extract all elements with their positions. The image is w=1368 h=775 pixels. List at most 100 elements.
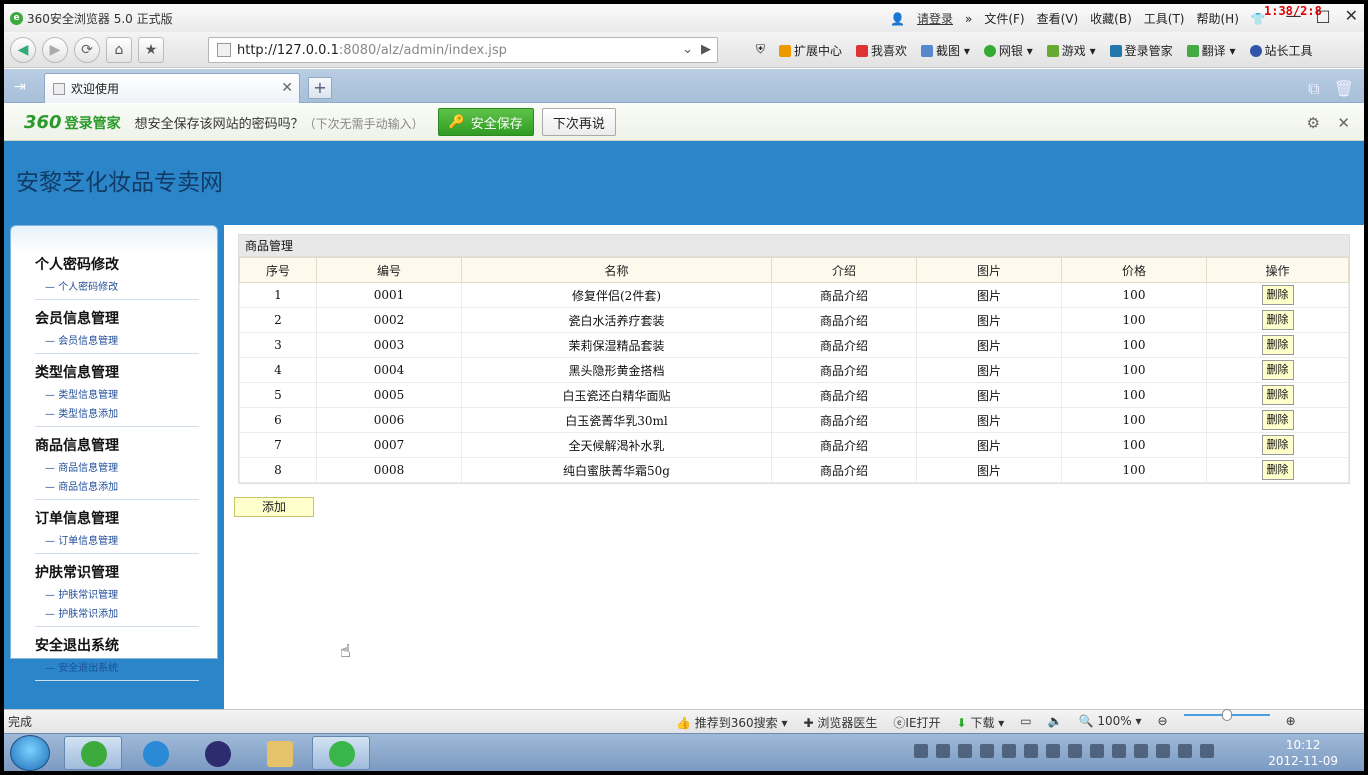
taskbar-explorer[interactable] (250, 736, 308, 770)
tray-icon[interactable] (958, 744, 972, 758)
table-cell: 图片 (916, 332, 1062, 358)
menu-favorites[interactable]: 收藏(B) (1090, 10, 1132, 27)
refresh-button[interactable]: ⟳ (74, 36, 100, 63)
zoom-in-icon[interactable]: ⊕ (1286, 714, 1296, 731)
tray-icon[interactable] (1046, 744, 1060, 758)
menu-tools[interactable]: 工具(T) (1144, 10, 1185, 27)
tray-icon[interactable] (1134, 744, 1148, 758)
action-cell: 删除 (1206, 357, 1349, 383)
delete-button[interactable]: 删除 (1261, 310, 1294, 330)
sidebar-link[interactable]: 护肤常识添加 (45, 605, 199, 624)
tool-login-manager[interactable]: 登录管家 (1109, 42, 1173, 59)
table-cell: 茉莉保湿精品套装 (461, 332, 772, 358)
tray-icon[interactable] (1112, 744, 1126, 758)
address-bar[interactable]: http://127.0.0.1 :8080/alz/admin/index.j… (208, 37, 718, 63)
tool-extensions[interactable]: 扩展中心 (779, 42, 842, 59)
tray-icon[interactable] (980, 744, 994, 758)
tray-icon[interactable] (1024, 744, 1038, 758)
tray-icon[interactable] (1156, 744, 1170, 758)
ie-open[interactable]: ⓔIE打开 (893, 714, 940, 731)
tool-games[interactable]: 游戏 ▾ (1046, 42, 1096, 59)
menu-file[interactable]: 文件(F) (984, 10, 1024, 27)
favorite-star-button[interactable]: ★ (138, 36, 164, 63)
sidebar-toggle-icon[interactable]: ⇥ (14, 79, 26, 95)
download[interactable]: ⬇ 下载 ▾ (957, 714, 1005, 731)
page-icon (217, 43, 231, 57)
tray-icon[interactable] (1178, 744, 1192, 758)
sidebar-group-title: 商品信息管理 (35, 438, 119, 454)
shield-icon[interactable]: ⛨ (756, 42, 765, 59)
sidebar-link[interactable]: 个人密码修改 (45, 278, 199, 297)
sidebar-link[interactable]: 订单信息管理 (45, 532, 199, 551)
delete-button[interactable]: 删除 (1261, 285, 1294, 305)
zoom-out-icon[interactable]: ⊖ (1158, 714, 1168, 731)
start-button[interactable] (10, 735, 50, 771)
tray-icon[interactable] (1068, 744, 1082, 758)
login-link[interactable]: 请登录 (917, 10, 953, 27)
tab-close-icon[interactable]: ✕ (281, 80, 293, 96)
tray-icon[interactable] (1200, 744, 1214, 758)
tab-welcome[interactable]: 欢迎使用 ✕ (44, 73, 300, 103)
forward-button[interactable]: ▶ (42, 36, 68, 63)
tool-webmaster[interactable]: 站长工具 (1249, 42, 1313, 59)
sidebar-link[interactable]: 会员信息管理 (45, 332, 199, 351)
delete-button[interactable]: 删除 (1261, 360, 1294, 380)
zoom-level[interactable]: 🔍 100% ▾ (1079, 714, 1142, 731)
table-cell: 7 (239, 432, 317, 458)
taskbar-eclipse[interactable] (188, 736, 246, 770)
system-tray (914, 744, 1214, 758)
menu-view[interactable]: 查看(V) (1037, 10, 1079, 27)
trash-icon[interactable]: 🗑 (1334, 79, 1354, 99)
later-button[interactable]: 下次再说 (541, 108, 616, 136)
minimize-icon[interactable]: — (1285, 6, 1301, 25)
sidebar-link[interactable]: 类型信息管理 (45, 386, 199, 405)
sidebar-group-title: 护肤常识管理 (35, 565, 119, 581)
table-cell: 黑头隐形黄金搭档 (461, 357, 772, 383)
tool-like[interactable]: 我喜欢 (856, 42, 907, 59)
gear-icon[interactable]: ⚙ (1307, 114, 1320, 132)
tray-icon[interactable] (936, 744, 950, 758)
taskbar-ie[interactable] (126, 736, 184, 770)
delete-button[interactable]: 删除 (1261, 460, 1294, 480)
window-icon[interactable]: ▭ (1020, 714, 1031, 731)
system-clock[interactable]: 10:12 2012-11-09 (1268, 737, 1338, 769)
delete-button[interactable]: 删除 (1261, 385, 1294, 405)
maximize-icon[interactable]: □ (1315, 6, 1330, 25)
tool-screenshot[interactable]: 截图 ▾ (921, 42, 970, 59)
back-button[interactable]: ◀ (10, 36, 36, 63)
taskbar-app[interactable] (312, 736, 370, 770)
chevron-down-icon[interactable]: ⌄ (682, 42, 693, 57)
taskbar-360-browser[interactable] (64, 736, 122, 770)
delete-button[interactable]: 删除 (1261, 410, 1294, 430)
close-bar-icon[interactable]: ✕ (1337, 114, 1350, 132)
table-cell: 8 (239, 457, 317, 483)
sidebar-link[interactable]: 类型信息添加 (45, 405, 199, 424)
sound-icon[interactable]: 🔈 (1048, 714, 1063, 731)
menu-help[interactable]: 帮助(H) (1196, 10, 1238, 27)
sidebar-link[interactable]: 安全退出系统 (45, 659, 199, 678)
table-cell: 修复伴侣(2件套) (461, 282, 772, 308)
sidebar-link[interactable]: 商品信息添加 (45, 478, 199, 497)
navigation-bar: ◀ ▶ ⟳ ⌂ ★ http://127.0.0.1 :8080/alz/adm… (4, 32, 1364, 68)
sidebar-link[interactable]: 护肤常识管理 (45, 586, 199, 605)
delete-button[interactable]: 删除 (1261, 335, 1294, 355)
new-tab-button[interactable]: + (308, 77, 332, 99)
go-icon[interactable]: ▶ (701, 42, 711, 57)
tool-translate[interactable]: 翻译 ▾ (1186, 42, 1236, 59)
tray-icon[interactable] (1002, 744, 1016, 758)
sidebar-link[interactable]: 商品信息管理 (45, 459, 199, 478)
safe-save-button[interactable]: 🔑 安全保存 (437, 108, 534, 136)
recommend-search[interactable]: 👍 推荐到360搜索 ▾ (676, 714, 788, 731)
delete-button[interactable]: 删除 (1261, 435, 1294, 455)
tool-bank[interactable]: 网银 ▾ (983, 42, 1033, 59)
zoom-slider[interactable] (1183, 709, 1270, 721)
home-button[interactable]: ⌂ (106, 36, 132, 63)
key-icon: 🔑 (448, 114, 465, 130)
tray-icon[interactable] (1090, 744, 1104, 758)
close-icon[interactable]: ✕ (1345, 6, 1358, 25)
browser-doctor[interactable]: ✚ 浏览器医生 (804, 714, 878, 731)
table-row: 3 0003 茉莉保湿精品套装 商品介绍 图片 100 删除 (239, 332, 1349, 358)
tray-icon[interactable] (914, 744, 928, 758)
add-button[interactable]: 添加 (234, 497, 314, 517)
restore-tabs-icon[interactable]: ⧉ (1308, 79, 1319, 99)
